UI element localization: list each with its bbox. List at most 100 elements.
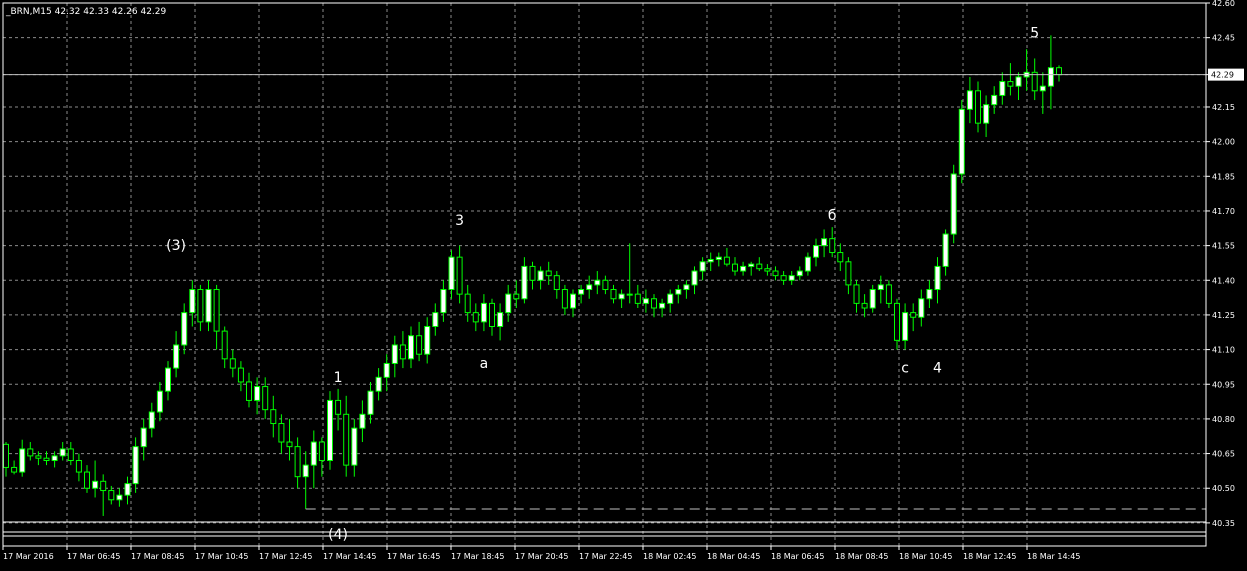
candle-body xyxy=(270,409,277,425)
candle-body xyxy=(432,312,439,327)
candle-body xyxy=(618,293,625,300)
y-tick-label: 41.85 xyxy=(1212,172,1235,181)
candle-body xyxy=(723,256,730,265)
wave-label: (3) xyxy=(166,238,186,254)
candle-body xyxy=(229,358,236,369)
wave-label: (4) xyxy=(328,527,348,543)
candle-body xyxy=(189,289,196,314)
x-tick-label: 17 Mar 08:45 xyxy=(131,552,184,561)
grid xyxy=(2,2,1206,546)
candle-body xyxy=(19,448,26,473)
chart-canvas: (3) 1 (4) 3 a б c 4 5 42.60 42.45 42.15 42.00 41.85 4… xyxy=(2,0,1244,561)
candle-body xyxy=(764,268,771,272)
candle-body xyxy=(254,386,261,401)
x-tick-label: 18 Mar 02:45 xyxy=(643,552,696,561)
candle-body xyxy=(67,448,74,462)
candle-body xyxy=(796,270,803,277)
x-tick-label: 17 Mar 10:45 xyxy=(195,552,248,561)
candle-body xyxy=(375,376,382,392)
candle-body xyxy=(335,399,342,415)
candle-body xyxy=(399,344,406,360)
y-tick-label: 42.15 xyxy=(1212,103,1235,112)
candle-body xyxy=(1047,67,1054,87)
candle-body xyxy=(92,480,99,489)
x-tick-label: 18 Mar 10:45 xyxy=(899,552,952,561)
y-tick-label: 42.00 xyxy=(1212,138,1235,147)
candle-body xyxy=(262,386,269,411)
candle-body xyxy=(343,413,350,466)
indicator-panel xyxy=(2,535,1207,547)
candle-body xyxy=(877,284,884,291)
candle-body xyxy=(246,381,252,401)
x-tick-label: 17 Mar 22:45 xyxy=(579,552,632,561)
candle-body xyxy=(448,256,455,291)
candle-body xyxy=(424,325,431,355)
x-tick-label: 18 Mar 06:45 xyxy=(771,552,824,561)
candle-body xyxy=(537,270,544,281)
candle-body xyxy=(553,275,560,291)
candle-body xyxy=(991,94,998,106)
candle-body xyxy=(165,367,171,392)
candle-body xyxy=(3,443,9,468)
indicator-panel xyxy=(2,521,1207,533)
candle-body xyxy=(148,411,155,429)
candle-body xyxy=(529,265,536,281)
x-tick-label: 17 Mar 20:45 xyxy=(515,552,568,561)
candle-body xyxy=(845,261,852,286)
x-tick-label: 18 Mar 14:45 xyxy=(1027,552,1080,561)
x-tick-label: 17 Mar 18:45 xyxy=(451,552,504,561)
candle-body xyxy=(610,289,617,300)
candle-body xyxy=(788,275,795,281)
candle-body xyxy=(958,108,965,175)
candle-body xyxy=(456,256,463,295)
wave-label: 3 xyxy=(455,213,464,229)
candle-body xyxy=(861,302,868,309)
wave-label: a xyxy=(480,356,489,372)
candle-body xyxy=(804,256,811,272)
candle-body xyxy=(318,441,325,462)
candle-body xyxy=(124,483,131,496)
candle-body xyxy=(772,270,779,277)
candle-body xyxy=(966,90,973,110)
candle-body xyxy=(561,289,568,309)
y-tick-label: 41.10 xyxy=(1212,346,1235,355)
candle-body xyxy=(286,441,293,448)
candle-body xyxy=(918,298,925,318)
candle-body xyxy=(140,427,147,448)
candle-body xyxy=(84,471,90,489)
candle-body xyxy=(594,279,601,286)
candle-body xyxy=(489,302,495,327)
candle-body xyxy=(27,448,34,457)
candle-body xyxy=(472,312,479,323)
candle-body xyxy=(11,466,18,473)
candle-body xyxy=(934,265,941,291)
candle-body xyxy=(829,238,836,254)
candle-body xyxy=(675,289,682,295)
candle-body xyxy=(35,455,42,459)
wave-label: 4 xyxy=(933,361,942,377)
candle-body xyxy=(75,460,82,473)
candle-body xyxy=(942,233,949,267)
candle-body xyxy=(205,289,212,323)
candle-body xyxy=(513,293,520,300)
candle-body xyxy=(545,270,552,277)
candle-body xyxy=(327,399,333,462)
candlestick-chart: (3) 1 (4) 3 a б c 4 5 42.60 42.45 42.15 42.00 41.85 4… xyxy=(0,0,1247,567)
wave-label: 5 xyxy=(1030,26,1039,42)
candle-body xyxy=(464,293,471,314)
candle-body xyxy=(173,344,180,369)
x-tick-label: 17 Mar 12:45 xyxy=(259,552,312,561)
candle-body xyxy=(999,81,1006,96)
candle-body xyxy=(715,256,722,260)
candle-body xyxy=(748,263,755,267)
y-tick-label: 40.95 xyxy=(1212,380,1235,389)
candle-body xyxy=(1039,85,1046,92)
candle-body xyxy=(691,270,698,286)
candle-body xyxy=(707,258,714,263)
candle-body xyxy=(408,335,414,360)
candle-body xyxy=(213,289,220,332)
y-tick-label: 42.45 xyxy=(1212,34,1235,43)
x-tick-label: 17 Mar 06:45 xyxy=(67,552,120,561)
x-tick-label: 17 Mar 14:45 xyxy=(323,552,376,561)
candle-body xyxy=(869,289,876,309)
